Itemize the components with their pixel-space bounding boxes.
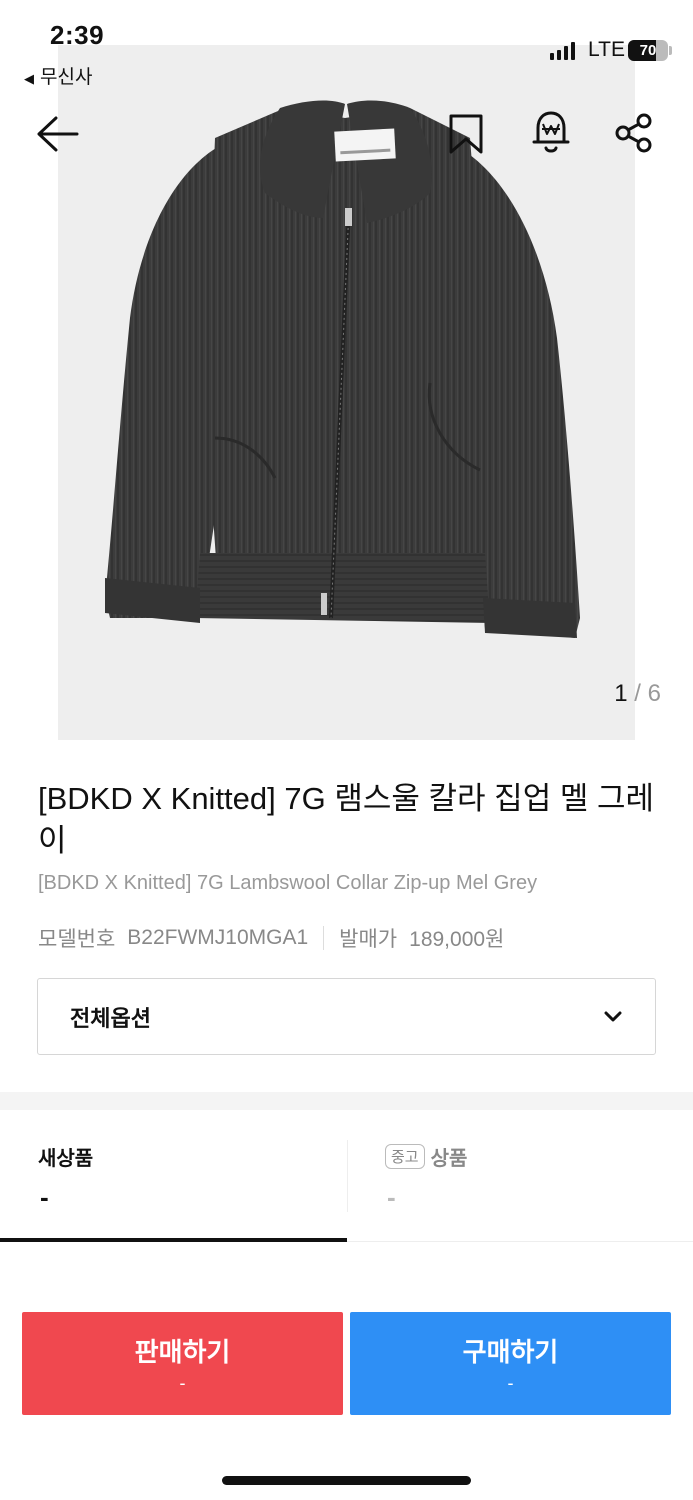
share-icon[interactable] [613, 112, 655, 154]
back-app-label: 무신사 [40, 67, 93, 88]
tab-new-label: 새상품 [38, 1148, 94, 1170]
image-counter: 1 / 6 [614, 680, 661, 708]
product-image [105, 100, 580, 638]
sell-button[interactable]: 판매하기 - [22, 1312, 343, 1415]
image-index: 1 [614, 680, 628, 707]
bottom-action-bar: 판매하기 - 구매하기 - [0, 1290, 693, 1500]
product-meta: 모델번호 B22FWMJ10MGA1 발매가 189,000원 [38, 923, 504, 953]
active-tab-indicator [0, 1238, 347, 1242]
network-label: LTE [588, 38, 625, 61]
tab-new-product[interactable]: 새상품 - [0, 1112, 347, 1242]
tab-used-value: - [387, 1182, 396, 1212]
release-price-value: 189,000원 [409, 928, 505, 951]
sell-button-label: 판매하기 [134, 1337, 231, 1367]
model-number-value: B22FWMJ10MGA1 [127, 926, 309, 949]
sell-button-price: - [179, 1373, 186, 1393]
product-title: [BDKD X Knitted] 7G 램스울 칼라 집업 멜 그레이 [38, 781, 654, 858]
buy-button-label: 구매하기 [462, 1337, 559, 1367]
home-indicator[interactable] [222, 1476, 471, 1485]
tab-used-label-group: 중고 상품 [385, 1142, 467, 1171]
meta-divider [323, 926, 325, 950]
status-bar: 2:39 ◀ 무신사 LTE 70 [0, 0, 693, 95]
release-price-label: 발매가 [339, 928, 398, 951]
tab-baseline [347, 1241, 693, 1242]
chevron-down-icon [604, 1011, 622, 1021]
tab-new-value: - [40, 1182, 49, 1212]
buy-button[interactable]: 구매하기 - [350, 1312, 671, 1415]
model-number-label: 모델번호 [38, 928, 116, 951]
image-total: 6 [647, 680, 661, 707]
bookmark-icon[interactable] [447, 113, 485, 155]
image-separator: / [634, 680, 641, 707]
tab-used-product[interactable]: 중고 상품 - [347, 1112, 693, 1242]
battery-tip [669, 46, 672, 55]
back-to-app-link[interactable]: ◀ 무신사 [24, 62, 92, 89]
status-time: 2:39 [50, 20, 105, 50]
back-arrow-icon[interactable] [35, 115, 79, 153]
signal-icon [550, 42, 575, 60]
product-subtitle: [BDKD X Knitted] 7G Lambswool Collar Zip… [38, 872, 538, 894]
section-divider [0, 1092, 693, 1110]
back-triangle-icon: ◀ [24, 71, 34, 86]
option-select[interactable]: 전체옵션 [37, 978, 656, 1055]
used-badge: 중고 [385, 1144, 425, 1169]
battery-percent: 70 [639, 42, 657, 59]
bell-icon[interactable] [530, 108, 572, 156]
tab-used-label: 상품 [430, 1148, 468, 1170]
product-image-gallery[interactable]: 1 / 6 [0, 0, 693, 740]
option-select-label: 전체옵션 [70, 1005, 151, 1031]
battery-icon: 70 [628, 40, 668, 61]
buy-button-price: - [507, 1373, 514, 1393]
